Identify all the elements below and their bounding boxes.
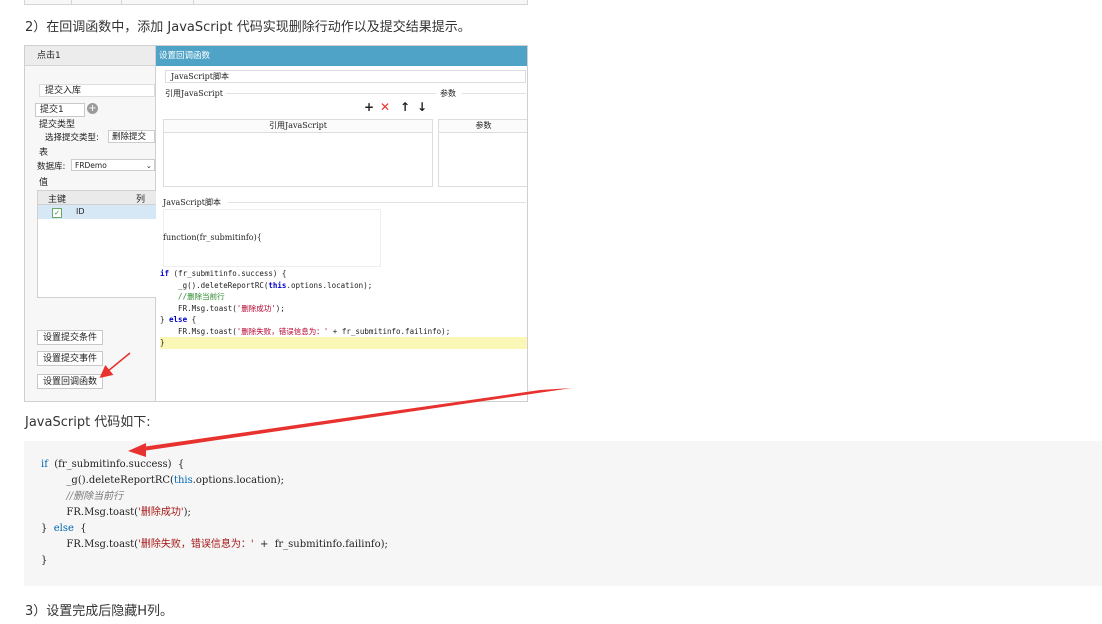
code-pointer-arrow-shaft (135, 388, 572, 452)
annotation-arrows (99, 352, 572, 457)
callback-button-arrow (99, 352, 131, 379)
code-pointer-arrow-head (128, 443, 146, 457)
